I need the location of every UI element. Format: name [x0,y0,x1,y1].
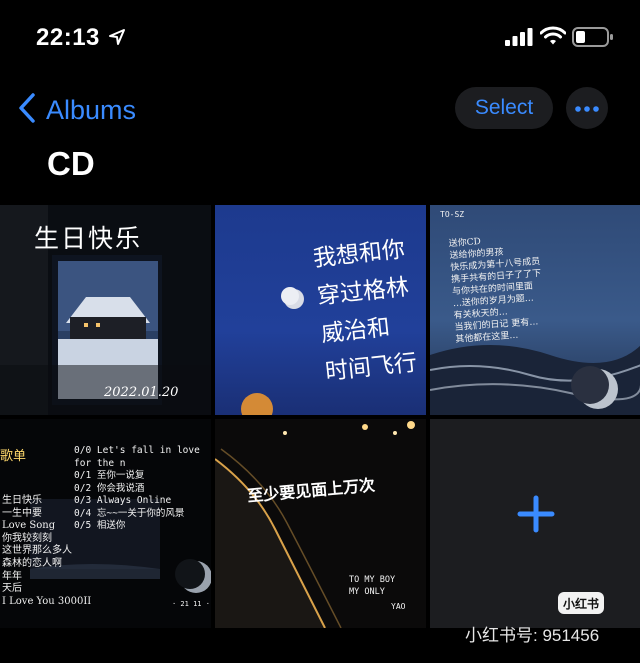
tile-caption: 生日快乐 [34,224,143,253]
track-item: 0/4 忘~~一关于你的风景 [74,507,185,519]
status-time: 22:13 [36,24,100,51]
plus-icon [517,495,555,538]
add-photo-tile[interactable] [430,419,640,628]
tile-signature: YAO [391,602,406,611]
tile-header: TO-SZ [440,210,465,219]
status-bar: 22:13 [0,0,640,70]
track-item: 0/3 Always Online [74,495,172,506]
photo-tile-beach-night[interactable]: 至少要见面上万次 TO MY BOY MY ONLY YAO [215,419,426,628]
select-button[interactable]: Select [455,87,553,129]
track-item: 0/2 你会我说酒 [74,482,145,494]
tile-line: I Love You 3000II [2,595,92,607]
track-item: 0/0 Let's fall in love for the n [74,445,200,469]
tile-line: TO MY BOY [349,575,396,585]
wifi-icon [539,26,567,51]
tile-footer: · 21 11 · [172,600,210,608]
tile-line: 这世界那么多人 [2,545,72,557]
tile-line: 天后 [2,583,22,595]
tile-header: 歌单 [0,449,27,464]
tile-line: MY ONLY [349,587,385,597]
tile-line: 年年 [2,570,22,582]
photo-tile-ocean-letter[interactable]: TO-SZ 送你CD 送给你的男孩 快乐成为第十八号成员 携手共有的日子了了下 … [430,205,640,415]
tile-line: 森林的恋人啊 [2,557,62,569]
tile-line: 生日快乐 [2,495,42,506]
more-options-button[interactable] [566,87,608,129]
track-item: 0/5 相送你 [74,520,126,531]
cellular-signal-icon [505,28,533,51]
photo-tile-playlist[interactable]: 歌单 0/0 Let's fall in love for the n 0/1 … [0,419,211,628]
tile-line: Love Song [2,520,56,532]
location-arrow-icon [108,28,126,51]
back-label: Albums [46,94,137,125]
battery-icon [572,27,614,52]
photo-tile-greenwich[interactable]: 我想和你 穿过格林 威治和 时间飞行 [215,205,426,415]
chevron-left-icon [18,92,36,128]
album-title: CD [47,145,95,182]
back-button[interactable]: Albums [18,90,136,130]
watermark-text: 小红书号: 951456 [465,626,600,645]
tile-line: 一生中要 [2,507,42,519]
ellipsis-icon [575,99,599,117]
photo-tile-birthday[interactable]: 生日快乐 2022.01.20 [0,205,211,415]
track-item: 0/1 至你一说复 [74,470,145,481]
watermark-badge: 小红书 [558,592,604,614]
tile-line: 你我较刻刻 [2,532,52,544]
tile-date: 2022.01.20 [104,385,179,400]
